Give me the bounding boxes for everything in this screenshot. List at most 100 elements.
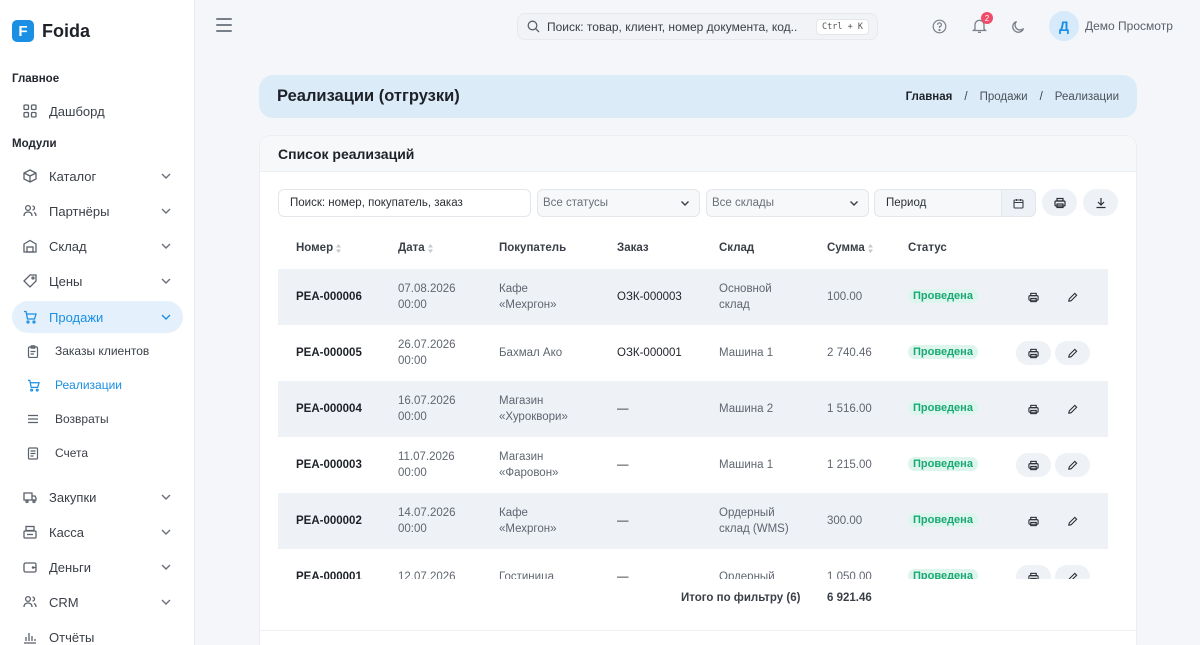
section-modules-title: Модули — [12, 138, 57, 150]
sidebar-subitem-realizations[interactable]: Реализации — [26, 372, 183, 398]
status-badge: Проведена — [908, 401, 978, 415]
sidebar-subitem-label: Счета — [55, 446, 89, 460]
row-edit-button[interactable] — [1055, 397, 1090, 421]
filter-search-input[interactable]: Поиск: номер, покупатель, заказ — [278, 189, 531, 217]
table-row[interactable]: РЕА-000006 07.08.2026 00:00 Кафе «Мехргон» ОЗ… — [278, 269, 1108, 325]
breadcrumb-home[interactable]: Главная — [906, 91, 953, 103]
tag-icon — [22, 273, 38, 289]
sidebar-item-warehouse[interactable]: Склад — [12, 230, 183, 262]
global-search[interactable]: Ctrl + K — [517, 13, 878, 40]
cell-number[interactable]: РЕА-000004 — [296, 401, 362, 417]
invoice-icon — [26, 446, 40, 460]
filter-status-select[interactable]: Все статусы — [537, 189, 700, 217]
edit-pencil-icon — [1067, 348, 1078, 359]
calendar-button[interactable] — [1001, 189, 1036, 217]
sidebar-subitem-client-orders[interactable]: Заказы клиентов — [26, 338, 183, 364]
help-icon[interactable] — [930, 17, 948, 35]
column-header-sum[interactable]: Сумма — [827, 242, 873, 254]
sidebar-item-catalog[interactable]: Каталог — [12, 160, 183, 192]
chevron-down-icon — [161, 173, 171, 179]
print-icon — [1028, 572, 1039, 579]
row-edit-button[interactable] — [1055, 285, 1090, 309]
row-edit-button[interactable] — [1055, 341, 1090, 365]
filter-warehouse-select[interactable]: Все склады — [706, 189, 869, 217]
topbar: Ctrl + K 2 Д Демо Просмотр — [196, 0, 1200, 52]
cell-number[interactable]: РЕА-000002 — [296, 513, 362, 529]
status-badge: Проведена — [908, 289, 978, 303]
chevron-down-icon — [161, 208, 171, 214]
column-header-date[interactable]: Дата — [398, 242, 433, 254]
filter-period-input[interactable]: Период — [874, 189, 1004, 217]
chevron-down-icon — [681, 201, 689, 206]
row-print-button[interactable] — [1016, 341, 1051, 365]
table-row[interactable]: РЕА-000003 11.07.2026 00:00 Магазин «Фаровон… — [278, 437, 1108, 493]
sidebar-item-money[interactable]: Деньги — [12, 551, 183, 583]
sidebar-item-dashboard[interactable]: Дашборд — [12, 95, 183, 127]
column-header-number[interactable]: Номер — [296, 242, 342, 254]
row-print-button[interactable] — [1016, 453, 1051, 477]
sidebar-subitem-returns[interactable]: Возвраты — [26, 406, 183, 432]
column-header-label: Заказ — [617, 242, 649, 254]
sidebar-item-crm[interactable]: CRM — [12, 586, 183, 618]
cell-buyer: Бахмал Ако — [499, 347, 563, 359]
row-edit-button[interactable] — [1055, 565, 1090, 579]
sidebar-item-label: Деньги — [49, 559, 91, 575]
app-logo[interactable]: F Foida — [12, 20, 90, 42]
user-name[interactable]: Демо Просмотр — [1085, 19, 1173, 33]
cell-buyer: Кафе «Мехргон» — [499, 507, 557, 535]
users-icon — [22, 594, 38, 610]
users-icon — [22, 203, 38, 219]
cell-date: 16.07.2026 00:00 — [398, 395, 456, 423]
row-edit-button[interactable] — [1055, 509, 1090, 533]
sidebar-item-label: Каталог — [49, 168, 97, 184]
calendar-icon — [1013, 198, 1024, 209]
sidebar-item-reports[interactable]: Отчёты — [12, 621, 183, 645]
print-icon — [1028, 460, 1039, 471]
sidebar-subitem-invoices[interactable]: Счета — [26, 440, 183, 466]
sidebar-item-purchases[interactable]: Закупки — [12, 481, 183, 513]
row-print-button[interactable] — [1016, 509, 1051, 533]
breadcrumb-sales[interactable]: Продажи — [980, 91, 1028, 103]
sort-icon — [336, 243, 342, 253]
table-body: РЕА-000006 07.08.2026 00:00 Кафе «Мехргон» ОЗ… — [278, 269, 1108, 579]
notifications-bell-icon[interactable]: 2 — [970, 12, 993, 35]
table-row[interactable]: РЕА-000004 16.07.2026 00:00 Магазин «Хурокво… — [278, 381, 1108, 437]
row-print-button[interactable] — [1016, 397, 1051, 421]
breadcrumb-separator: / — [964, 90, 968, 103]
table-row[interactable]: РЕА-000005 26.07.2026 00:00 Бахмал Ако ОЗК-0… — [278, 325, 1108, 381]
cell-number[interactable]: РЕА-000005 — [296, 345, 362, 361]
sidebar-subitem-label: Возвраты — [55, 412, 109, 426]
sidebar-item-prices[interactable]: Цены — [12, 265, 183, 297]
cart-icon — [22, 309, 38, 325]
sidebar-item-label: Склад — [49, 238, 87, 254]
cell-date: 12.07.2026 — [398, 571, 456, 579]
menu-toggle-icon[interactable] — [216, 18, 232, 32]
theme-moon-icon[interactable] — [1009, 17, 1027, 35]
sidebar-item-sales[interactable]: Продажи — [12, 301, 183, 333]
cube-icon — [22, 168, 38, 184]
download-button[interactable] — [1083, 189, 1118, 216]
row-edit-button[interactable] — [1055, 453, 1090, 477]
cell-number[interactable]: РЕА-000006 — [296, 289, 362, 305]
global-search-input[interactable] — [547, 19, 797, 34]
sidebar-item-label: Отчёты — [49, 629, 95, 645]
chevron-down-icon — [161, 494, 171, 500]
cell-date: 26.07.2026 00:00 — [398, 339, 456, 367]
dashboard-icon — [22, 103, 38, 119]
cell-number[interactable]: РЕА-000001 — [296, 569, 362, 579]
row-print-button[interactable] — [1016, 565, 1051, 579]
cell-number[interactable]: РЕА-000003 — [296, 457, 362, 473]
sidebar-item-cashdesk[interactable]: Касса — [12, 516, 183, 548]
sidebar-item-partners[interactable]: Партнёры — [12, 195, 183, 227]
chevron-down-icon — [161, 564, 171, 570]
print-button[interactable] — [1042, 189, 1077, 216]
card-footer-divider — [260, 630, 1136, 631]
table-row[interactable]: РЕА-000001 12.07.2026 Гостиница — Ордерный 1 … — [278, 549, 1108, 579]
cell-sum: 1 516.00 — [827, 403, 872, 415]
realizations-card: Список реализаций Поиск: номер, покупате… — [259, 135, 1137, 645]
column-header-label: Дата — [398, 242, 425, 254]
user-avatar[interactable]: Д — [1049, 11, 1079, 41]
page-title: Реализации (отгрузки) — [277, 87, 460, 105]
row-print-button[interactable] — [1016, 285, 1051, 309]
table-row[interactable]: РЕА-000002 14.07.2026 00:00 Кафе «Мехргон» — О… — [278, 493, 1108, 549]
